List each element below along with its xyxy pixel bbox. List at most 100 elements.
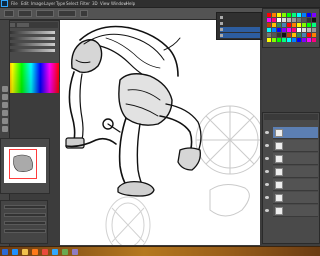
opacity-field[interactable] <box>36 10 54 17</box>
swatch[interactable] <box>312 28 316 32</box>
swatch[interactable] <box>272 38 276 42</box>
swatch[interactable] <box>302 38 306 42</box>
swatch[interactable] <box>287 28 291 32</box>
swatch[interactable] <box>312 13 316 17</box>
swatch[interactable] <box>302 13 306 17</box>
swatch[interactable] <box>272 28 276 32</box>
menu-3d[interactable]: 3D <box>92 1 98 7</box>
layer-row[interactable] <box>265 140 318 152</box>
marquee-tool-icon[interactable] <box>2 94 8 100</box>
swatch[interactable] <box>302 33 306 37</box>
layer-row[interactable] <box>265 153 318 165</box>
menu-window[interactable]: Window <box>111 1 127 7</box>
slider-alpha[interactable] <box>5 49 55 52</box>
menu-help[interactable]: Help <box>126 1 135 7</box>
swatch[interactable] <box>297 23 301 27</box>
swatch[interactable] <box>297 13 301 17</box>
swatch[interactable] <box>277 33 281 37</box>
menu-filter[interactable]: Filter <box>80 1 90 7</box>
slider-red[interactable] <box>5 31 55 34</box>
swatch[interactable] <box>267 13 271 17</box>
photoshop-icon[interactable] <box>52 249 58 255</box>
swatch[interactable] <box>297 28 301 32</box>
eye-icon[interactable] <box>265 196 269 199</box>
swatch[interactable] <box>287 33 291 37</box>
layer-row[interactable] <box>265 205 318 217</box>
swatch[interactable] <box>307 33 311 37</box>
history-item-selected[interactable] <box>220 27 260 32</box>
chrome-icon[interactable] <box>42 249 48 255</box>
swatch[interactable] <box>272 23 276 27</box>
leading-field[interactable] <box>4 229 46 233</box>
tab-swatches[interactable] <box>17 23 29 27</box>
swatch[interactable] <box>307 13 311 17</box>
history-item[interactable] <box>220 21 260 26</box>
swatch[interactable] <box>277 38 281 42</box>
swatch[interactable] <box>287 13 291 17</box>
swatch[interactable] <box>297 38 301 42</box>
layer-row[interactable] <box>265 166 318 178</box>
swatch[interactable] <box>267 28 271 32</box>
history-item-selected[interactable] <box>220 33 260 38</box>
menu-image[interactable]: Image <box>31 1 44 7</box>
swatch[interactable] <box>277 18 281 22</box>
swatch[interactable] <box>312 23 316 27</box>
eraser-tool-icon[interactable] <box>2 126 8 132</box>
swatch[interactable] <box>312 33 316 37</box>
swatch[interactable] <box>312 18 316 22</box>
swatch[interactable] <box>277 13 281 17</box>
swatch[interactable] <box>282 28 286 32</box>
swatch[interactable] <box>287 38 291 42</box>
airbrush-toggle[interactable] <box>80 10 88 17</box>
mail-icon[interactable] <box>62 249 68 255</box>
document-canvas[interactable] <box>60 20 260 245</box>
brush-tool-icon[interactable] <box>2 118 8 124</box>
swatch[interactable] <box>307 28 311 32</box>
swatch[interactable] <box>267 23 271 27</box>
swatch[interactable] <box>287 18 291 22</box>
swatch[interactable] <box>292 18 296 22</box>
eye-icon[interactable] <box>265 144 269 147</box>
eye-icon[interactable] <box>265 209 269 212</box>
move-tool-icon[interactable] <box>2 86 8 92</box>
menu-edit[interactable]: Edit <box>21 1 29 7</box>
start-icon[interactable] <box>2 249 8 255</box>
swatch[interactable] <box>282 33 286 37</box>
font-size-field[interactable] <box>4 221 46 225</box>
font-style-field[interactable] <box>4 213 46 217</box>
swatch[interactable] <box>267 18 271 22</box>
swatch[interactable] <box>312 38 316 42</box>
swatch[interactable] <box>277 23 281 27</box>
layer-row[interactable] <box>265 192 318 204</box>
swatch[interactable] <box>297 33 301 37</box>
swatch[interactable] <box>287 23 291 27</box>
swatch[interactable] <box>292 38 296 42</box>
swatch[interactable] <box>302 18 306 22</box>
media-icon[interactable] <box>32 249 38 255</box>
ie-icon[interactable] <box>12 249 18 255</box>
menu-type[interactable]: Type <box>56 1 65 7</box>
eye-icon[interactable] <box>265 183 269 186</box>
lasso-tool-icon[interactable] <box>2 102 8 108</box>
eye-icon[interactable] <box>265 157 269 160</box>
menu-view[interactable]: View <box>100 1 110 7</box>
swatch[interactable] <box>282 23 286 27</box>
history-item[interactable] <box>220 15 260 20</box>
swatch[interactable] <box>292 33 296 37</box>
swatch[interactable] <box>277 28 281 32</box>
swatch[interactable] <box>307 18 311 22</box>
swatch[interactable] <box>282 13 286 17</box>
menu-select[interactable]: Select <box>66 1 78 7</box>
swatch[interactable] <box>307 38 311 42</box>
swatch[interactable] <box>272 33 276 37</box>
crop-tool-icon[interactable] <box>2 110 8 116</box>
eye-icon[interactable] <box>265 170 269 173</box>
misc-icon[interactable] <box>72 249 78 255</box>
swatch[interactable] <box>267 38 271 42</box>
swatch[interactable] <box>282 38 286 42</box>
swatch[interactable] <box>282 18 286 22</box>
layer-row[interactable] <box>265 127 318 139</box>
color-spectrum[interactable] <box>3 63 59 93</box>
swatch[interactable] <box>307 23 311 27</box>
slider-blue[interactable] <box>5 43 55 46</box>
